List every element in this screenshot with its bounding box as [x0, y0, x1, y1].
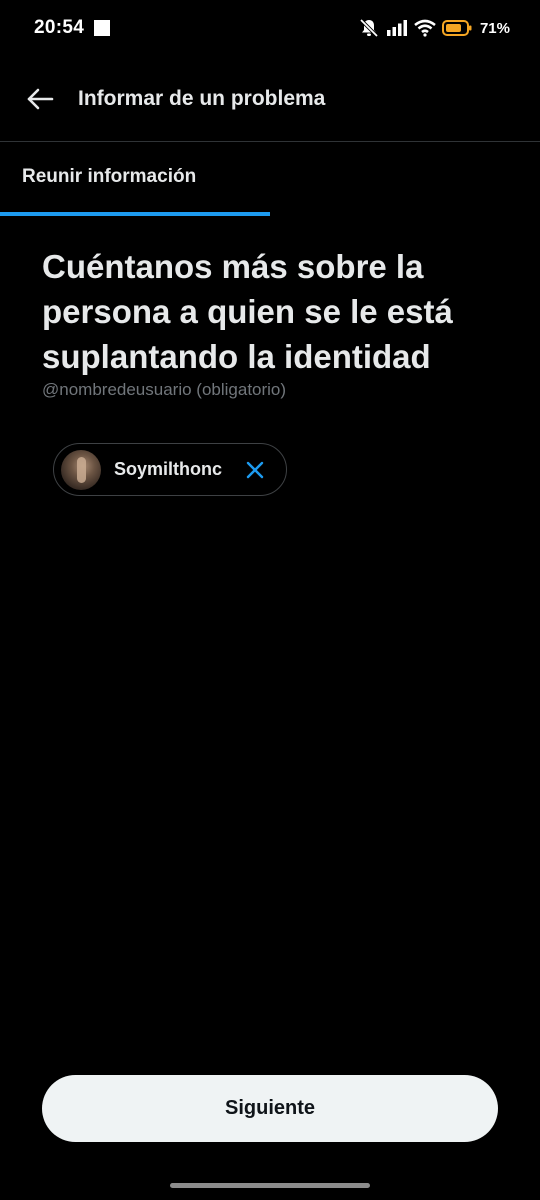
status-time: 20:54: [34, 17, 85, 38]
status-bar: 20:54 71%: [0, 0, 540, 56]
battery-icon: [441, 19, 472, 37]
username-hint: @nombredeusuario (obligatorio): [42, 380, 287, 399]
selected-user-chip[interactable]: Soymilthonc: [53, 443, 287, 496]
step-label: Reunir información: [22, 166, 197, 187]
remove-user-button[interactable]: [244, 459, 266, 481]
question-heading: Cuéntanos más sobre la persona a quien s…: [42, 248, 453, 375]
notification-square-icon: [94, 20, 111, 36]
next-button[interactable]: Siguiente: [42, 1075, 498, 1142]
arrow-left-icon: [27, 88, 54, 109]
status-left: 20:54: [34, 17, 111, 39]
back-button[interactable]: [24, 83, 56, 115]
screen: 20:54 71% Informar de un problema Reunir…: [0, 0, 540, 1200]
battery-percent: 71%: [479, 19, 510, 37]
step-progress-track: [0, 212, 540, 216]
status-right: 71%: [358, 17, 510, 39]
avatar: [61, 449, 101, 490]
signal-icon: [386, 19, 408, 37]
step-tab: Reunir información: [0, 143, 540, 216]
step-progress-fill: [0, 212, 270, 216]
wifi-icon: [414, 19, 436, 37]
page-title: Informar de un problema: [78, 86, 326, 110]
header: Informar de un problema: [0, 56, 540, 142]
home-indicator[interactable]: [170, 1183, 370, 1188]
close-icon: [246, 461, 264, 478]
selected-user-name: Soymilthonc: [114, 459, 223, 479]
silent-icon: [358, 17, 380, 39]
